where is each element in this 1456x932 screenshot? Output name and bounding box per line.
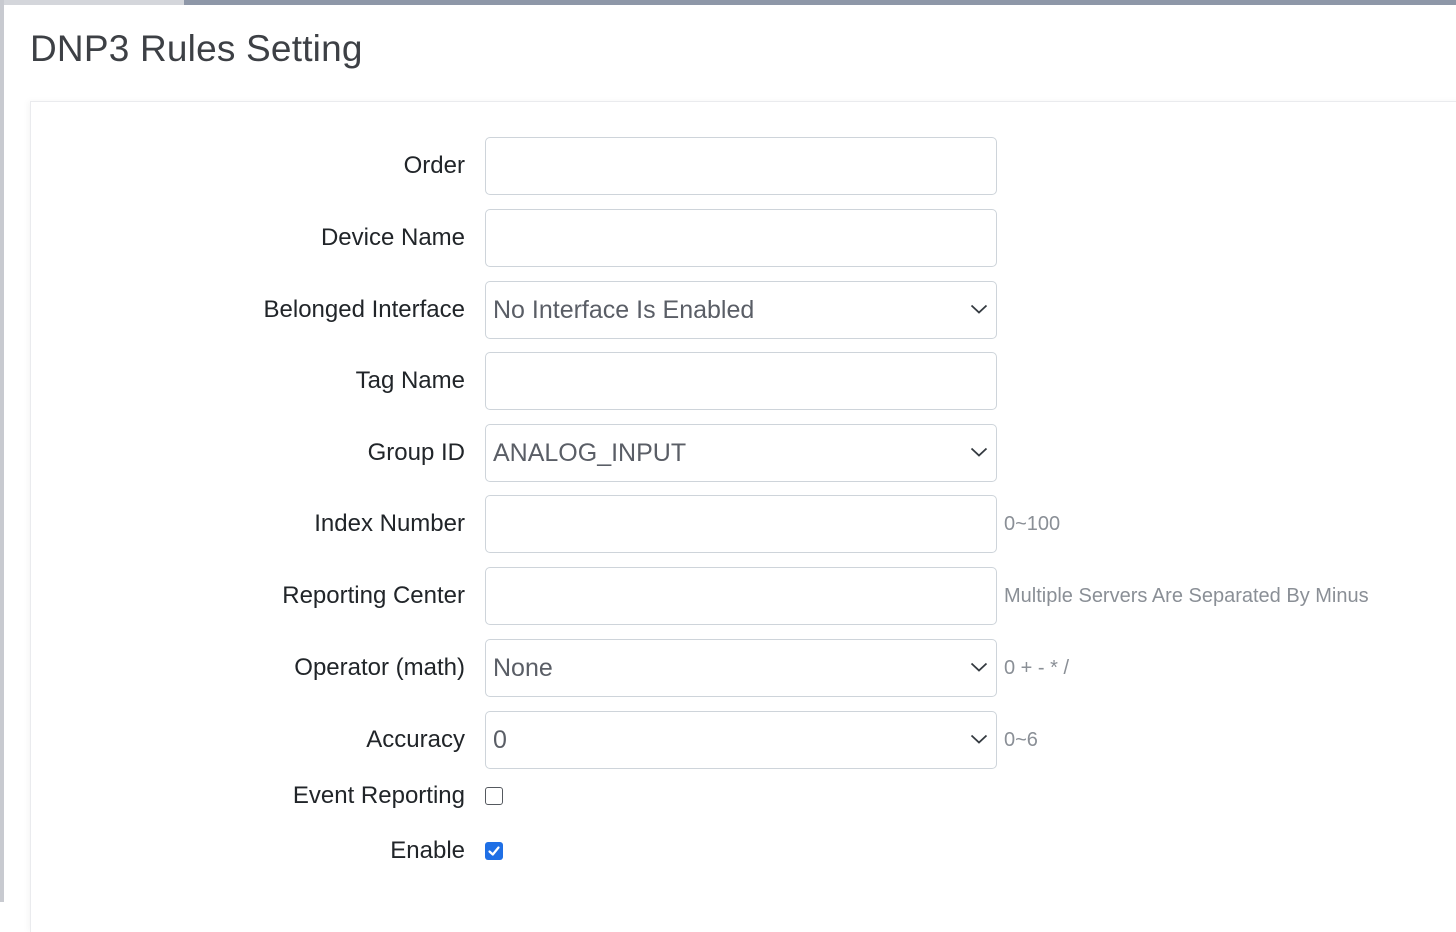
accuracy-hint: 0~6 <box>1004 729 1038 751</box>
operator-hint: 0 + - * / <box>1004 657 1070 679</box>
top-window-strip-tab <box>0 0 184 5</box>
belonged-interface-label: Belonged Interface <box>263 296 465 323</box>
enable-checkbox[interactable] <box>485 842 503 860</box>
tag-name-label: Tag Name <box>355 367 465 394</box>
order-input[interactable] <box>486 138 996 194</box>
group-id-select[interactable]: ANALOG_INPUT <box>485 424 997 482</box>
operator-label: Operator (math) <box>294 654 465 681</box>
tag-name-input[interactable] <box>486 353 996 409</box>
form-row-operator: Operator (math) None 0 + - * / <box>0 639 1456 697</box>
event-reporting-label: Event Reporting <box>292 782 465 809</box>
form-row-event-reporting: Event Reporting <box>0 768 1456 824</box>
form-row-belonged-interface: Belonged Interface No Interface Is Enabl… <box>0 281 1456 339</box>
reporting-center-label: Reporting Center <box>282 582 465 609</box>
belonged-interface-selected-value: No Interface Is Enabled <box>493 296 755 324</box>
form-row-index-number: Index Number 0~100 <box>0 495 1456 553</box>
operator-selected-value: None <box>493 654 553 682</box>
form-row-group-id: Group ID ANALOG_INPUT <box>0 424 1456 482</box>
chevron-down-icon <box>970 447 988 457</box>
tag-name-field[interactable] <box>485 352 997 410</box>
form-row-enable: Enable <box>0 823 1456 879</box>
form-row-order: Order <box>0 137 1456 195</box>
enable-label: Enable <box>390 837 465 864</box>
index-number-field[interactable] <box>485 495 997 553</box>
group-id-selected-value: ANALOG_INPUT <box>493 439 687 467</box>
accuracy-select[interactable]: 0 <box>485 711 997 769</box>
checkmark-icon <box>488 846 500 856</box>
operator-select[interactable]: None <box>485 639 997 697</box>
form-row-reporting-center: Reporting Center Multiple Servers Are Se… <box>0 567 1456 625</box>
index-number-label: Index Number <box>314 510 465 537</box>
chevron-down-icon <box>970 662 988 672</box>
index-number-input[interactable] <box>486 496 996 552</box>
reporting-center-hint: Multiple Servers Are Separated By Minus <box>1004 585 1369 607</box>
reporting-center-field[interactable] <box>485 567 997 625</box>
reporting-center-input[interactable] <box>486 568 996 624</box>
form-row-tag-name: Tag Name <box>0 352 1456 410</box>
device-name-field[interactable] <box>485 209 997 267</box>
event-reporting-checkbox[interactable] <box>485 787 503 805</box>
group-id-label: Group ID <box>367 439 465 466</box>
chevron-down-icon <box>970 734 988 744</box>
chevron-down-icon <box>970 304 988 314</box>
top-window-strip <box>0 0 1456 5</box>
order-field[interactable] <box>485 137 997 195</box>
order-label: Order <box>403 152 465 179</box>
accuracy-label: Accuracy <box>366 726 465 753</box>
accuracy-selected-value: 0 <box>493 726 507 754</box>
belonged-interface-select[interactable]: No Interface Is Enabled <box>485 281 997 339</box>
device-name-label: Device Name <box>320 224 465 251</box>
form-row-device-name: Device Name <box>0 209 1456 267</box>
device-name-input[interactable] <box>486 210 996 266</box>
index-number-hint: 0~100 <box>1004 513 1061 535</box>
form-row-accuracy: Accuracy 0 0~6 <box>0 711 1456 769</box>
page-title: DNP3 Rules Setting <box>30 28 363 69</box>
